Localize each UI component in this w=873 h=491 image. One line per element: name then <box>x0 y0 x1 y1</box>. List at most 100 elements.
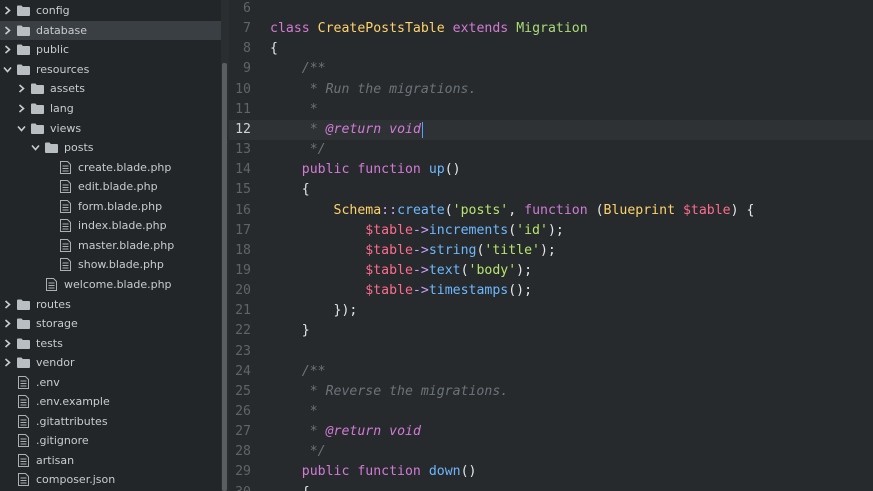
chevron-right-icon[interactable] <box>3 353 12 373</box>
folder-icon <box>16 4 30 18</box>
tree-file-row[interactable]: edit.blade.php <box>0 177 222 197</box>
chevron-right-icon[interactable] <box>3 333 12 353</box>
tree-folder-row[interactable]: public <box>0 40 222 60</box>
code-token: */ <box>301 142 326 158</box>
tree-file-row[interactable]: composer.json <box>0 470 222 490</box>
tree-file-row[interactable]: create.blade.php <box>0 157 222 177</box>
code-line[interactable]: 10 * Run the migrations. <box>229 80 873 100</box>
code-line[interactable]: 18 $table->string('title'); <box>229 241 873 261</box>
code-token: function <box>524 202 588 218</box>
code-token: (); <box>508 283 533 299</box>
tree-file-row[interactable]: master.blade.php <box>0 236 222 256</box>
code-line[interactable]: 20 $table->timestamps(); <box>229 281 873 301</box>
file-icon <box>58 199 72 213</box>
code-line[interactable]: 8{ <box>229 39 873 59</box>
code-line[interactable]: 12 * @return void <box>229 119 873 141</box>
code-line[interactable]: 15 { <box>229 180 873 200</box>
code-editor[interactable]: 6 7 class CreatePostsTable extends Migrati… <box>229 0 873 491</box>
line-number: 12 <box>235 121 251 137</box>
line-number: 30 <box>229 483 251 491</box>
code-token: up <box>428 162 445 178</box>
tree-file-row[interactable]: form.blade.php <box>0 197 222 217</box>
tree-file-row[interactable]: .gitattributes <box>0 412 222 432</box>
chevron-right-icon[interactable] <box>3 40 12 60</box>
code-token: { <box>270 485 310 491</box>
chevron-right-icon[interactable] <box>3 1 12 21</box>
tree-file-row[interactable]: .gitignore <box>0 431 222 451</box>
chevron-right-icon[interactable] <box>3 294 12 314</box>
tree-folder-row[interactable]: resources <box>0 60 222 80</box>
code-line[interactable]: 9 /** <box>229 59 873 79</box>
line-number: 21 <box>235 303 251 319</box>
tree-folder-row[interactable]: storage <box>0 314 222 334</box>
code-line[interactable]: 23 <box>229 342 873 362</box>
line-source: public function up() <box>270 160 461 180</box>
code-token: CreatePostsTable <box>317 21 445 37</box>
code-line[interactable]: 29 public function down() <box>229 462 873 482</box>
code-line[interactable]: 22 } <box>229 321 873 341</box>
code-line[interactable]: 17 $table->increments('id'); <box>229 221 873 241</box>
tree-folder-row[interactable]: lang <box>0 99 222 119</box>
tree-folder-row[interactable]: tests <box>0 333 222 353</box>
code-line[interactable]: 13 */ <box>229 140 873 160</box>
code-line[interactable]: 27 * @return void <box>229 422 873 442</box>
chevron-down-icon[interactable] <box>31 138 40 158</box>
code-line[interactable]: 25 * Reverse the migrations. <box>229 382 873 402</box>
line-number: 24 <box>235 363 251 379</box>
tree-file-row[interactable]: .env <box>0 372 222 392</box>
chevron-right-icon[interactable] <box>17 99 26 119</box>
line-number: 28 <box>235 444 251 460</box>
chevron-right-icon[interactable] <box>3 21 12 41</box>
code-token: $table <box>365 242 413 258</box>
code-line[interactable]: 16 Schema::create('posts', function (Blu… <box>229 201 873 221</box>
code-token: increments <box>428 222 509 238</box>
tree-folder-row[interactable]: posts <box>0 138 222 158</box>
code-line[interactable]: 24 /** <box>229 362 873 382</box>
chevron-right-icon[interactable] <box>3 314 12 334</box>
tree-folder-row[interactable]: routes <box>0 294 222 314</box>
tree-folder-row[interactable]: database <box>0 20 222 41</box>
tree-folder-row[interactable]: vendor <box>0 353 222 373</box>
sidebar-scrollbar-thumb[interactable] <box>222 63 227 491</box>
tree-folder-row[interactable]: config <box>0 1 222 21</box>
tree-file-row[interactable]: artisan <box>0 451 222 471</box>
code-line[interactable]: 14 public function up() <box>229 160 873 180</box>
code-token: extends <box>452 21 509 37</box>
code-token: () <box>444 162 461 178</box>
code-line[interactable]: 19 $table->text('body'); <box>229 261 873 281</box>
line-number: 7 <box>243 21 251 37</box>
code-line[interactable]: 26 * <box>229 402 873 422</box>
tree-folder-row[interactable]: assets <box>0 79 222 99</box>
code-line[interactable]: 28 */ <box>229 442 873 462</box>
code-token: void <box>389 424 421 440</box>
code-line[interactable]: 6 <box>229 0 873 19</box>
file-icon <box>58 219 72 233</box>
line-number: 16 <box>235 202 251 218</box>
code-line[interactable]: 30 { <box>229 483 873 491</box>
tree-folder-row[interactable]: views <box>0 118 222 138</box>
chevron-down-icon[interactable] <box>17 118 26 138</box>
folder-icon <box>16 23 30 37</box>
tree-file-row[interactable]: index.blade.php <box>0 216 222 236</box>
code-line[interactable]: 11 * <box>229 100 873 120</box>
code-token: :: <box>381 202 398 218</box>
tree-file-row[interactable]: .env.example <box>0 392 222 412</box>
code-token: function <box>357 162 421 178</box>
folder-icon <box>30 82 44 96</box>
code-line[interactable]: 21 }); <box>229 301 873 321</box>
tree-file-row[interactable]: welcome.blade.php <box>0 275 222 295</box>
tree-file-row[interactable]: show.blade.php <box>0 255 222 275</box>
line-source: */ <box>270 140 326 160</box>
chevron-down-icon[interactable] <box>3 60 12 80</box>
chevron-right-icon[interactable] <box>17 79 26 99</box>
code-token: create <box>397 202 445 218</box>
file-icon <box>58 160 72 174</box>
code-line[interactable]: 7 class CreatePostsTable extends Migratio… <box>229 19 873 39</box>
